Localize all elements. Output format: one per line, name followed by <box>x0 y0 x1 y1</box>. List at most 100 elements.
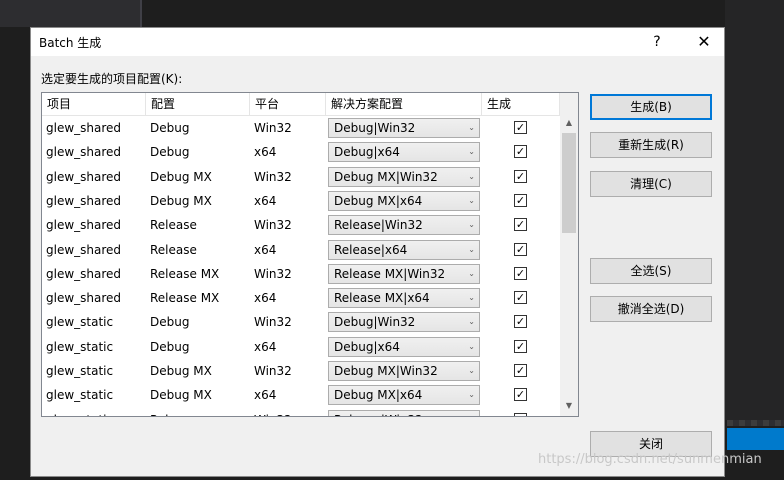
table-row[interactable]: glew_shared Release x64 Release|x64 ⌄ ✓ <box>42 238 560 262</box>
solution-config-dropdown[interactable]: Debug|x64 ⌄ <box>328 336 480 357</box>
ide-tab-strip <box>0 0 140 27</box>
build-checkbox[interactable]: ✓ <box>514 266 527 280</box>
table-row[interactable]: glew_shared Release Win32 Release|Win32 ⌄ ✓ <box>42 213 560 237</box>
cell-platform: Win32 <box>254 266 292 281</box>
build-checkbox[interactable]: ✓ <box>514 315 527 329</box>
chevron-down-icon[interactable]: ⌄ <box>468 216 475 234</box>
table-row[interactable]: glew_shared Debug Win32 Debug|Win32 ⌄ ✓ <box>42 116 560 140</box>
build-checkbox[interactable]: ✓ <box>514 339 527 353</box>
header-build[interactable]: 生成 <box>482 93 560 115</box>
table-row[interactable]: glew_shared Release MX x64 Release MX|x64 ⌄ ✓ <box>42 286 560 310</box>
deselect-all-button[interactable]: 撤消全选(D) <box>590 296 712 322</box>
cell-project: glew_static <box>46 364 114 378</box>
chevron-down-icon[interactable]: ⌄ <box>468 386 475 404</box>
cell-platform: x64 <box>254 145 277 160</box>
build-checkbox[interactable]: ✓ <box>514 364 527 377</box>
cell-platform: x64 <box>254 193 277 208</box>
table-row[interactable]: glew_shared Debug MX Win32 Debug MX|Win32 ⌄ ✓ <box>42 165 560 189</box>
cell-project: glew_shared <box>46 169 122 184</box>
cell-config: Debug <box>150 121 190 135</box>
solution-config-dropdown[interactable]: Release|x64 ⌄ <box>328 239 480 260</box>
rebuild-button[interactable]: 重新生成(R) <box>590 132 712 158</box>
clean-button[interactable]: 清理(C) <box>590 171 712 197</box>
vertical-scrollbar[interactable]: ▲ ▼ <box>560 93 578 416</box>
chevron-down-icon[interactable]: ⌄ <box>468 192 475 210</box>
cell-project: glew_shared <box>46 266 122 281</box>
build-checkbox[interactable]: ✓ <box>514 193 527 207</box>
header-solution-config[interactable]: 解决方案配置 <box>326 93 482 115</box>
ide-side-panel <box>725 0 784 420</box>
chevron-down-icon[interactable]: ⌄ <box>468 168 475 186</box>
build-checkbox[interactable]: ✓ <box>514 242 527 256</box>
cell-platform: Win32 <box>254 121 292 135</box>
chevron-down-icon[interactable]: ⌄ <box>468 338 475 356</box>
chevron-down-icon[interactable]: ⌄ <box>468 265 475 283</box>
build-checkbox[interactable]: ✓ <box>514 388 527 402</box>
cell-config: Release <box>146 408 250 416</box>
chevron-down-icon[interactable]: ⌄ <box>468 289 475 307</box>
chevron-down-icon[interactable]: ⌄ <box>468 411 475 416</box>
cell-config: Debug <box>150 339 190 354</box>
solution-config-dropdown[interactable]: Release MX|x64 ⌄ <box>328 288 480 309</box>
solution-config-dropdown[interactable]: Debug MX|x64 ⌄ <box>328 190 480 211</box>
table-row[interactable]: glew_static Debug MX Win32 Debug MX|Win32 ⌄ ✓ <box>42 359 560 383</box>
solution-config-dropdown[interactable]: Release|Win32 ⌄ <box>328 409 480 416</box>
cell-platform: Win32 <box>250 408 326 416</box>
build-button[interactable]: 生成(B) <box>590 94 712 120</box>
build-checkbox[interactable]: ✓ <box>514 218 527 232</box>
project-config-list[interactable]: 项目 配置 平台 解决方案配置 生成 glew_shared Debug Win32… <box>41 92 579 417</box>
cell-platform: Win32 <box>254 315 292 330</box>
chevron-down-icon[interactable]: ⌄ <box>468 119 475 137</box>
dropdown-value: Release|Win32 <box>334 218 423 233</box>
header-platform[interactable]: 平台 <box>250 93 326 115</box>
scroll-thumb[interactable] <box>562 133 576 233</box>
cell-platform: x64 <box>254 291 277 306</box>
solution-config-dropdown[interactable]: Release MX|Win32 ⌄ <box>328 263 480 284</box>
select-all-button[interactable]: 全选(S) <box>590 258 712 284</box>
list-header: 项目 配置 平台 解决方案配置 生成 <box>42 93 560 116</box>
table-row[interactable]: glew_shared Release MX Win32 Release MX|Win… <box>42 262 560 286</box>
solution-config-dropdown[interactable]: Debug MX|x64 ⌄ <box>328 385 480 406</box>
dialog-titlebar: Batch 生成 ? ✕ <box>31 28 724 56</box>
header-config[interactable]: 配置 <box>146 93 250 115</box>
cell-project: glew_static <box>46 339 114 354</box>
help-button[interactable]: ? <box>645 30 669 54</box>
dropdown-value: Debug|Win32 <box>334 121 416 135</box>
solution-config-dropdown[interactable]: Debug MX|Win32 ⌄ <box>328 166 480 187</box>
build-checkbox[interactable]: ✓ <box>514 412 527 416</box>
ide-status-stripe <box>727 420 784 426</box>
chevron-down-icon[interactable]: ⌄ <box>468 362 475 380</box>
cell-platform: Win32 <box>254 169 292 184</box>
chevron-down-icon[interactable]: ⌄ <box>468 143 475 161</box>
close-icon[interactable]: ✕ <box>689 30 719 54</box>
scroll-up-icon[interactable]: ▲ <box>560 115 578 131</box>
table-row[interactable]: glew_static Debug x64 Debug|x64 ⌄ ✓ <box>42 335 560 359</box>
build-checkbox[interactable]: ✓ <box>514 291 527 305</box>
cell-platform: x64 <box>254 339 277 354</box>
cell-platform: x64 <box>254 242 277 257</box>
scroll-down-icon[interactable]: ▼ <box>560 398 578 414</box>
build-checkbox[interactable]: ✓ <box>514 169 527 183</box>
cell-config: Debug MX <box>150 388 212 403</box>
build-checkbox[interactable]: ✓ <box>514 121 527 134</box>
solution-config-dropdown[interactable]: Debug MX|Win32 ⌄ <box>328 361 480 381</box>
build-checkbox[interactable]: ✓ <box>514 145 527 159</box>
cell-project: glew_static <box>42 408 146 416</box>
dropdown-value: Release|x64 <box>334 242 408 257</box>
chevron-down-icon[interactable]: ⌄ <box>468 241 475 259</box>
cell-project: glew_static <box>46 388 114 403</box>
solution-config-dropdown[interactable]: Release|Win32 ⌄ <box>328 215 480 236</box>
table-row[interactable]: glew_shared Debug MX x64 Debug MX|x64 ⌄ ✓ <box>42 189 560 213</box>
solution-config-dropdown[interactable]: Debug|x64 ⌄ <box>328 142 480 163</box>
header-project[interactable]: 项目 <box>42 93 146 115</box>
table-row[interactable]: glew_static Debug Win32 Debug|Win32 ⌄ ✓ <box>42 310 560 334</box>
dropdown-value: Debug MX|Win32 <box>334 169 438 184</box>
table-row[interactable]: glew_shared Debug x64 Debug|x64 ⌄ ✓ <box>42 140 560 164</box>
table-row[interactable]: glew_static Debug MX x64 Debug MX|x64 ⌄ ✓ <box>42 383 560 407</box>
solution-config-dropdown[interactable]: Debug|Win32 ⌄ <box>328 118 480 138</box>
chevron-down-icon[interactable]: ⌄ <box>468 313 475 331</box>
cell-config: Debug MX <box>150 364 212 378</box>
table-row[interactable]: glew_staticReleaseWin32 Release|Win32 ⌄ ✓ <box>42 408 560 416</box>
solution-config-dropdown[interactable]: Debug|Win32 ⌄ <box>328 312 480 333</box>
project-config-prompt: 选定要生成的项目配置(K): <box>41 72 183 86</box>
